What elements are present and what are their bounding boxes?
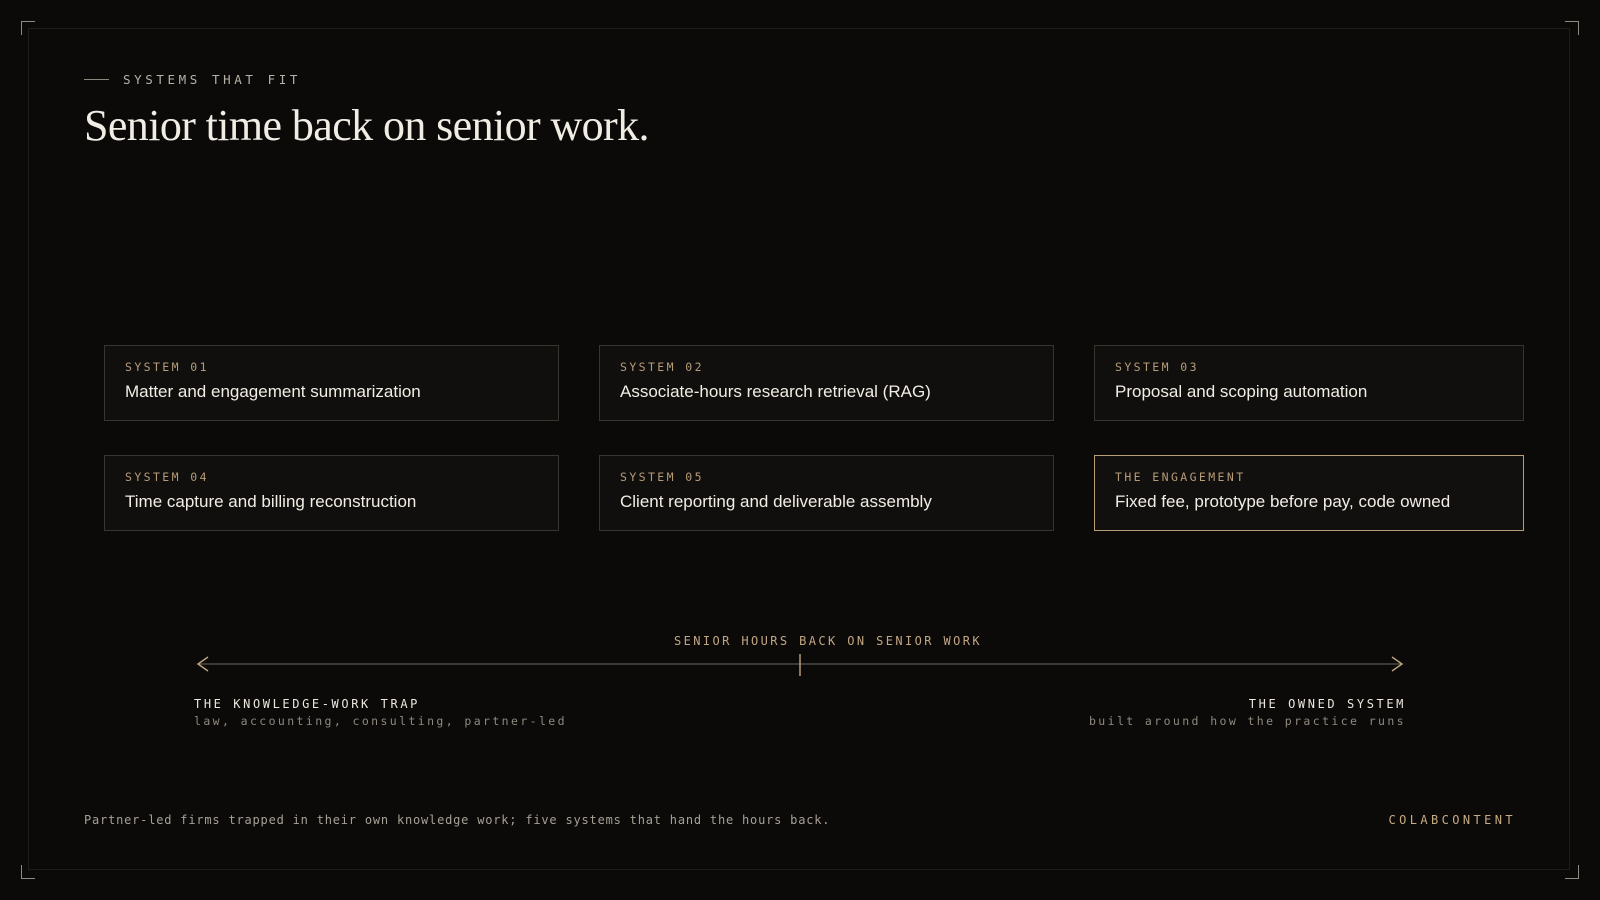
axis-left-subtitle: law, accounting, consulting, partner-led xyxy=(194,714,567,728)
system-card-01: SYSTEM 01 Matter and engagement summariz… xyxy=(104,345,559,421)
axis-caption: SENIOR HOURS BACK ON SENIOR WORK xyxy=(674,634,982,648)
card-title: Time capture and billing reconstruction xyxy=(125,492,417,511)
card-label: SYSTEM 05 xyxy=(620,470,704,484)
card-title: Matter and engagement summarization xyxy=(125,382,421,401)
axis-left-title: THE KNOWLEDGE-WORK TRAP xyxy=(194,697,420,711)
card-label: SYSTEM 02 xyxy=(620,360,704,374)
system-card-04: SYSTEM 04 Time capture and billing recon… xyxy=(104,455,559,531)
headline: Senior time back on senior work. xyxy=(84,101,650,150)
axis-left-end: THE KNOWLEDGE-WORK TRAP law, accounting,… xyxy=(194,697,567,728)
card-label: SYSTEM 03 xyxy=(1115,360,1199,374)
engagement-card: THE ENGAGEMENT Fixed fee, prototype befo… xyxy=(1094,455,1524,531)
card-label: SYSTEM 04 xyxy=(125,470,209,484)
card-title: Proposal and scoping automation xyxy=(1115,382,1368,401)
corner-mark-top-left xyxy=(21,21,35,35)
card-title: Fixed fee, prototype before pay, code ow… xyxy=(1115,492,1451,511)
card-title: Associate-hours research retrieval (RAG) xyxy=(620,382,931,401)
system-card-03: SYSTEM 03 Proposal and scoping automatio… xyxy=(1094,345,1524,421)
corner-mark-bottom-left xyxy=(21,865,35,879)
system-card-05: SYSTEM 05 Client reporting and deliverab… xyxy=(599,455,1054,531)
slide-frame xyxy=(28,28,1570,870)
brand-wordmark: COLABCONTENT xyxy=(1388,813,1516,827)
system-card-02: SYSTEM 02 Associate-hours research retri… xyxy=(599,345,1054,421)
footer-note: Partner-led firms trapped in their own k… xyxy=(84,813,831,827)
eyebrow-text: SYSTEMS THAT FIT xyxy=(123,72,302,87)
corner-mark-bottom-right xyxy=(1565,865,1579,879)
axis-right-subtitle: built around how the practice runs xyxy=(1088,714,1406,728)
eyebrow: SYSTEMS THAT FIT xyxy=(84,72,301,87)
axis-right-title: THE OWNED SYSTEM xyxy=(1248,697,1406,711)
card-label: SYSTEM 01 xyxy=(125,360,209,374)
card-title: Client reporting and deliverable assembl… xyxy=(620,492,932,511)
spectrum-axis xyxy=(196,654,1404,676)
eyebrow-rule xyxy=(84,79,109,80)
card-label: THE ENGAGEMENT xyxy=(1115,470,1246,484)
corner-mark-top-right xyxy=(1565,21,1579,35)
axis-right-end: THE OWNED SYSTEM built around how the pr… xyxy=(1089,697,1406,728)
